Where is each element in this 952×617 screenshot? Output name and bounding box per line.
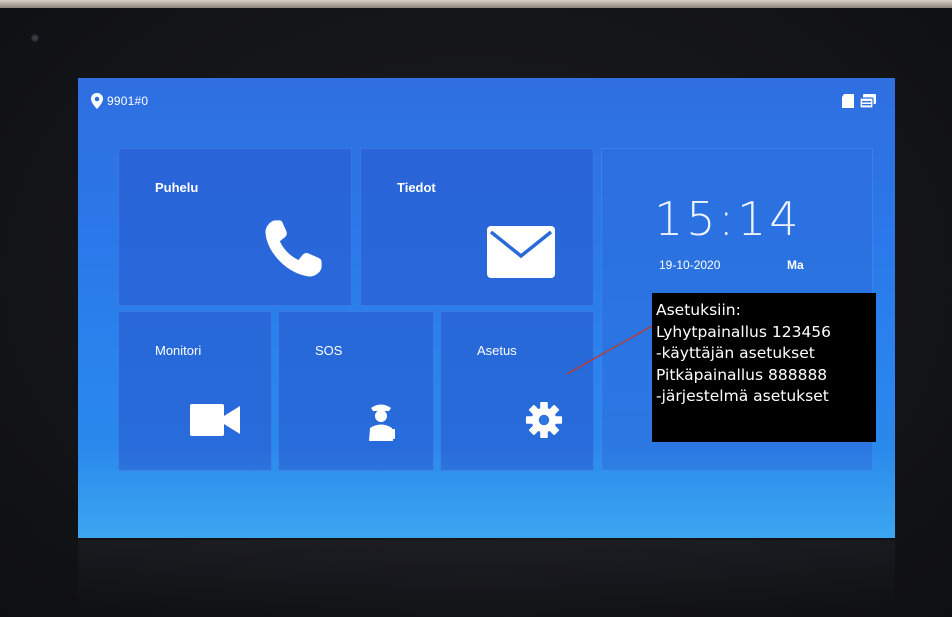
- annotation-line: -järjestelmä asetukset: [656, 387, 829, 405]
- tile-label-puhelu: Puhelu: [155, 180, 199, 195]
- room-number: 9901#0: [107, 94, 149, 108]
- screen-reflection: [78, 540, 895, 610]
- annotation-line: Asetuksiin:: [656, 301, 741, 319]
- location-pin-icon: [91, 93, 103, 109]
- annotation-line: -käyttäjän asetukset: [656, 344, 815, 362]
- tile-label-tiedot: Tiedot: [397, 180, 436, 195]
- annotation-line: Lyhytpainallus 123456: [656, 322, 832, 341]
- tile-sos[interactable]: SOS: [278, 311, 434, 471]
- guard-icon: [369, 404, 395, 441]
- video-camera-icon: [190, 404, 240, 436]
- clock-weekday: Ma: [787, 258, 804, 272]
- annotation-box: Asetuksiin: Lyhytpainallus 123456 -käytt…: [652, 293, 876, 442]
- tile-puhelu[interactable]: Puhelu: [118, 148, 352, 306]
- annotation-line: Pitkäpainallus 888888: [656, 365, 828, 384]
- wall-background: [0, 0, 952, 8]
- envelope-icon: [487, 226, 555, 278]
- network-icon: [859, 94, 876, 109]
- sd-card-icon: [842, 94, 854, 108]
- clock-date: 19-10-2020: [659, 258, 721, 272]
- tile-label-monitori: Monitori: [155, 343, 202, 358]
- tile-label-asetus: Asetus: [477, 343, 517, 358]
- camera-lens: [31, 34, 39, 42]
- status-bar: 9901#0: [88, 92, 885, 110]
- tile-asetus[interactable]: Asetus: [440, 311, 594, 471]
- clock-time: 15:14: [654, 192, 802, 246]
- gear-icon: [525, 401, 563, 439]
- phone-icon: [265, 220, 322, 277]
- tile-tiedot[interactable]: Tiedot: [360, 148, 594, 306]
- tile-label-sos: SOS: [315, 343, 343, 358]
- tile-monitori[interactable]: Monitori: [118, 311, 272, 471]
